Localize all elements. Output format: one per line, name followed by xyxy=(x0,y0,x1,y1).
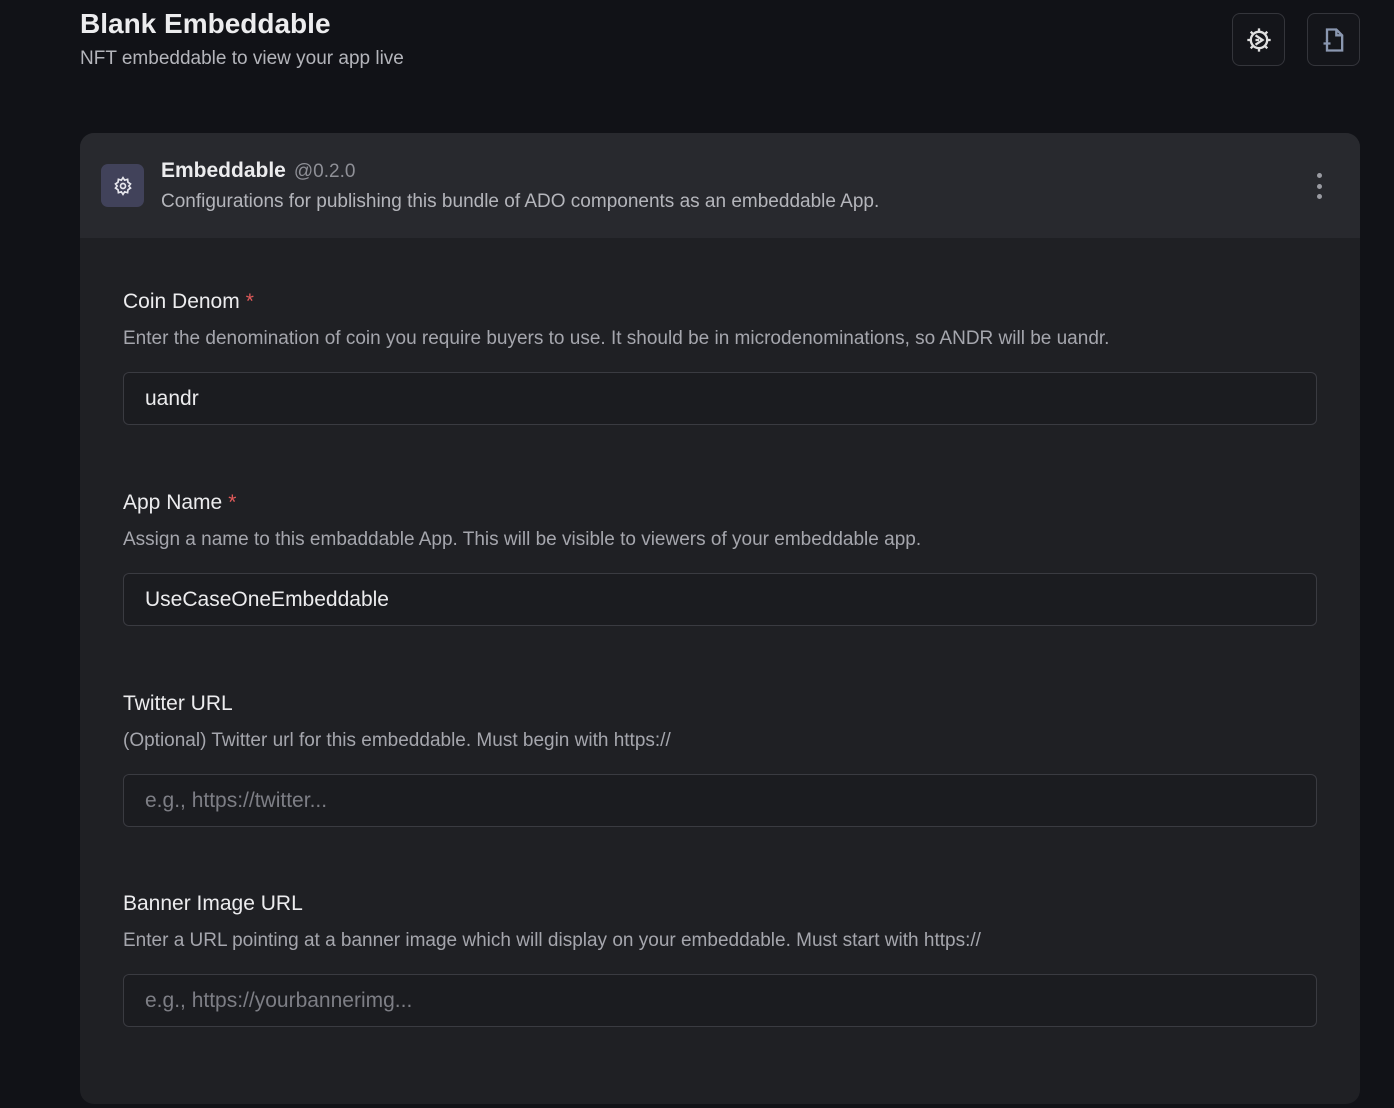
card-icon xyxy=(101,164,144,207)
file-plus-icon xyxy=(1323,27,1343,52)
embeddable-card: Embeddable @0.2.0 Configurations for publ… xyxy=(80,133,1360,1104)
field-app-name: App Name * Assign a name to this embaddab… xyxy=(123,491,1317,626)
field-description: (Optional) Twitter url for this embeddab… xyxy=(123,730,671,751)
field-description: Enter the denomination of coin you requi… xyxy=(123,328,1110,349)
field-label: Coin Denom xyxy=(123,290,240,313)
twitter-url-input[interactable]: e.g., https://twitter... xyxy=(123,774,1317,827)
page-subtitle: NFT embeddable to view your app live xyxy=(80,48,404,69)
card-name: Embeddable xyxy=(161,159,286,182)
card-header: Embeddable @0.2.0 Configurations for publ… xyxy=(80,133,1360,238)
field-coin-denom: Coin Denom * Enter the denomination of co… xyxy=(123,290,1317,425)
field-description: Enter a URL pointing at a banner image w… xyxy=(123,930,981,951)
field-label: Twitter URL xyxy=(123,692,233,715)
settings-button[interactable] xyxy=(1232,13,1285,66)
field-label: App Name xyxy=(123,491,223,514)
banner-image-url-input[interactable]: e.g., https://yourbannerimg... xyxy=(123,974,1317,1027)
field-banner-image-url: Banner Image URL Enter a URL pointing at… xyxy=(123,892,1317,1027)
required-marker: * xyxy=(245,290,254,313)
card-description: Configurations for publishing this bundl… xyxy=(161,191,880,212)
more-options-icon[interactable] xyxy=(1314,173,1324,199)
app-name-input[interactable]: UseCaseOneEmbeddable xyxy=(123,573,1317,626)
page-title: Blank Embeddable xyxy=(80,8,331,39)
gear-icon xyxy=(113,175,132,196)
card-version: @0.2.0 xyxy=(293,161,356,182)
field-label: Banner Image URL xyxy=(123,892,303,915)
gear-icon xyxy=(1246,27,1271,52)
coin-denom-input[interactable]: uandr xyxy=(123,372,1317,425)
field-description: Assign a name to this embaddable App. Th… xyxy=(123,529,922,550)
required-marker: * xyxy=(228,491,237,514)
field-twitter-url: Twitter URL (Optional) Twitter url for t… xyxy=(123,692,1317,827)
add-file-button[interactable] xyxy=(1307,13,1360,66)
